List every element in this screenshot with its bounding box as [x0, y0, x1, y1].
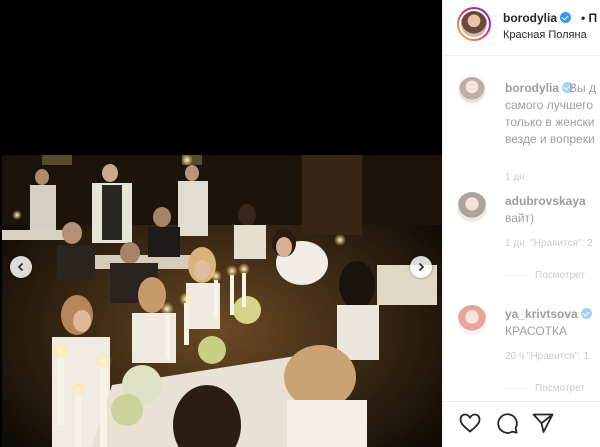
- comment-text-line: Вы д: [569, 81, 596, 95]
- view-replies-link[interactable]: Посмотрет: [505, 383, 585, 394]
- verified-badge-icon: [580, 308, 592, 319]
- like-button[interactable]: [458, 411, 482, 435]
- post-sidebar: borodylia • П Красная Поляна borodylia В…: [442, 0, 600, 447]
- comment-username[interactable]: adubrovskaya: [505, 194, 586, 208]
- comment-username[interactable]: ya_krivtsova: [505, 307, 592, 321]
- heart-icon: [459, 413, 481, 433]
- comment-meta: 1 дн.: [505, 172, 528, 183]
- chevron-left-icon: [17, 262, 24, 272]
- comment-text-line: только в женски: [505, 115, 595, 129]
- previous-photo-button[interactable]: [10, 256, 32, 278]
- post-actions: [443, 401, 600, 447]
- comment-text-line: вайт): [505, 211, 535, 225]
- author-username[interactable]: borodylia: [503, 11, 572, 25]
- next-photo-button[interactable]: [410, 256, 432, 278]
- comment-avatar[interactable]: [457, 192, 487, 222]
- verified-badge-icon: [560, 12, 572, 23]
- comment-avatar[interactable]: [457, 75, 487, 105]
- view-replies-link[interactable]: Посмотрет: [505, 270, 585, 281]
- comment-meta: 20 ч "Нравится": 1: [505, 351, 590, 362]
- comment-icon: [497, 413, 518, 434]
- comments-list[interactable]: borodylia Вы д самого лучшего только в ж…: [443, 57, 600, 401]
- post-header: borodylia • П Красная Поляна: [443, 0, 600, 56]
- chevron-right-icon: [418, 262, 425, 272]
- comment-avatar[interactable]: [457, 305, 487, 335]
- comment-text-line: самого лучшего: [505, 98, 594, 112]
- comment-meta: 1 дн. "Нравится": 2: [505, 238, 593, 249]
- post-photo[interactable]: [2, 155, 442, 447]
- share-icon: [532, 413, 554, 433]
- comment-text-line: КРАСОТКА: [505, 324, 567, 338]
- comment-button[interactable]: [495, 411, 519, 435]
- comment-text-line: везде и вопреки: [505, 132, 595, 146]
- post-location[interactable]: Красная Поляна: [503, 29, 587, 41]
- post-media: [0, 0, 442, 447]
- comment-username[interactable]: borodylia: [505, 81, 574, 95]
- author-avatar[interactable]: [457, 7, 491, 41]
- share-button[interactable]: [531, 411, 555, 435]
- follow-link[interactable]: • П: [581, 11, 597, 25]
- dinner-party-photo: [2, 155, 442, 447]
